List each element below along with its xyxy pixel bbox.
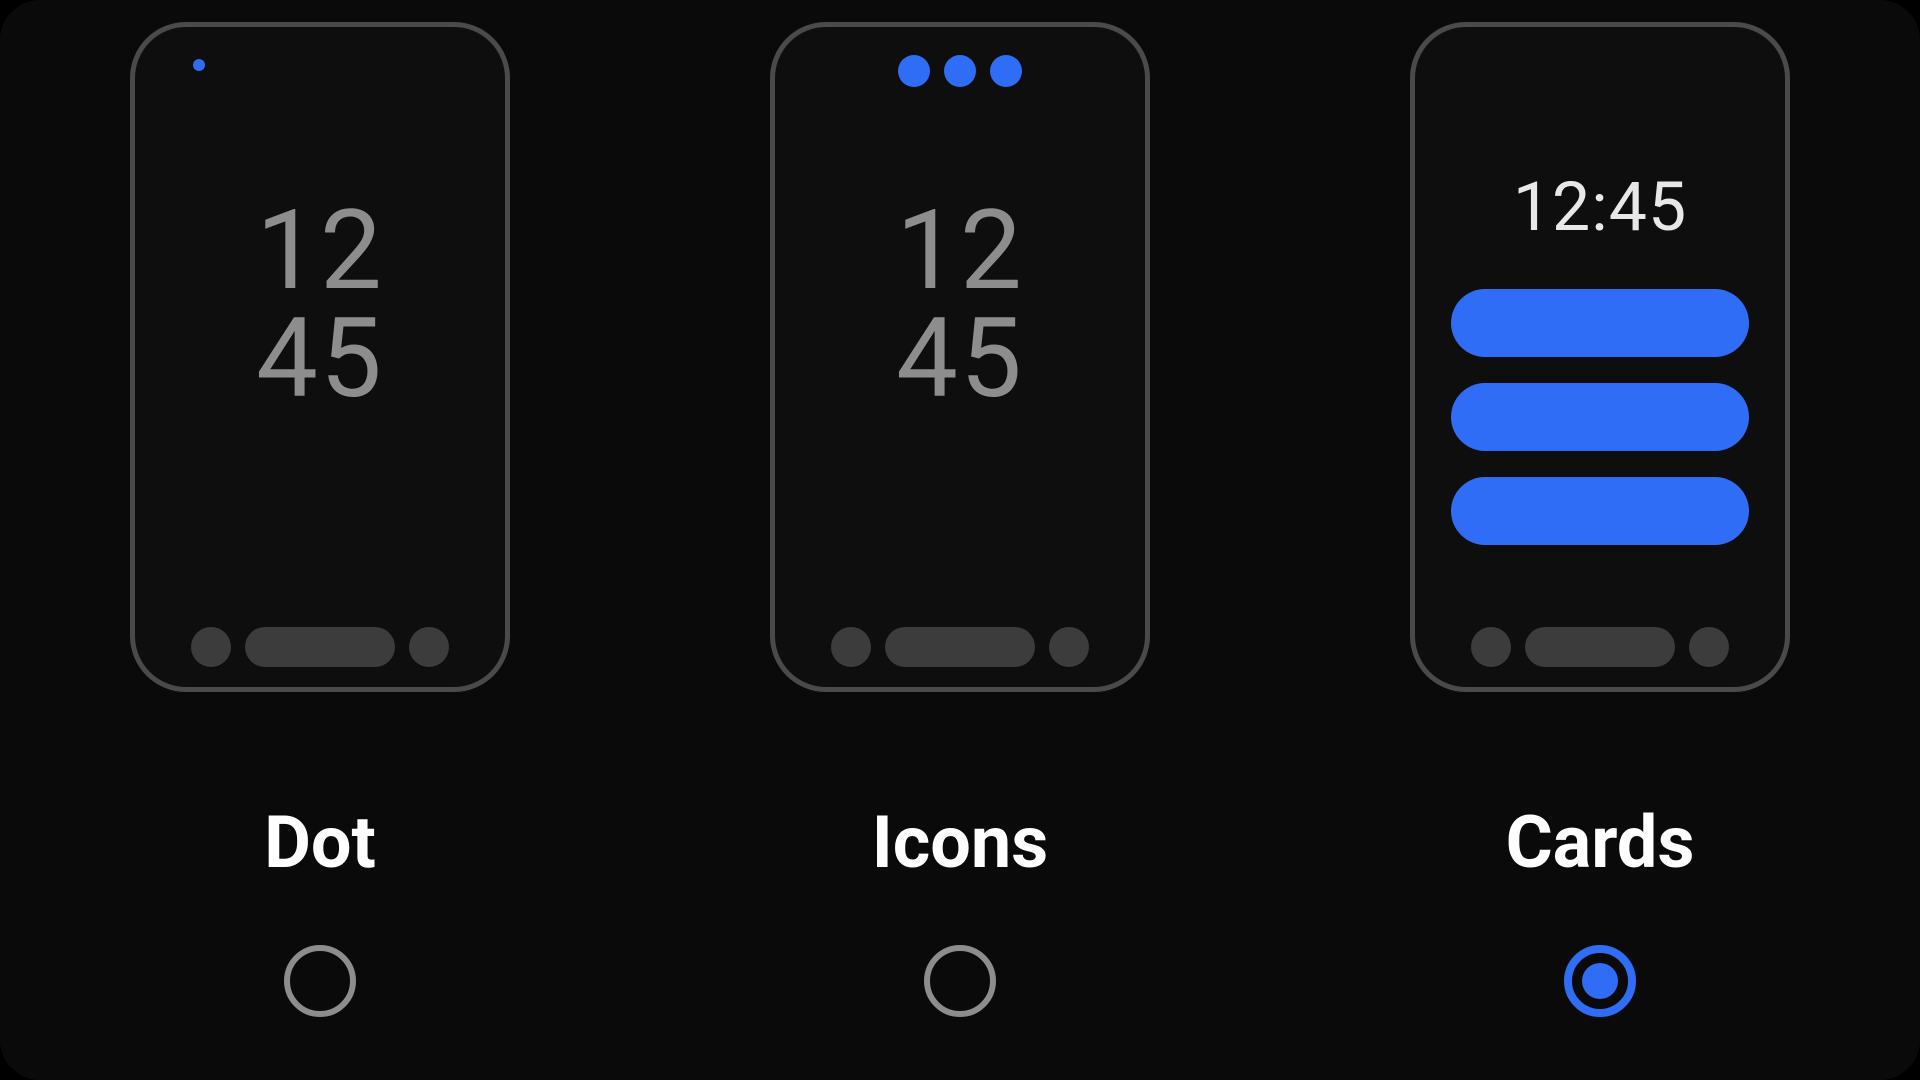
radio-icons[interactable]: [924, 945, 996, 1017]
clock-display: 12 45: [775, 197, 1145, 413]
option-cards[interactable]: 12:45 Cards: [1290, 22, 1910, 1017]
nav-recents-icon: [1689, 627, 1729, 667]
navbar-icon: [1415, 627, 1785, 667]
clock-display-small: 12:45: [1415, 167, 1785, 247]
notification-cards-stack: [1451, 289, 1749, 545]
clock-minutes: 45: [775, 305, 1145, 413]
phone-preview-icons: 12 45: [770, 22, 1150, 692]
options-row: 12 45 Dot 12: [0, 22, 1920, 1017]
notification-style-chooser: 12 45 Dot 12: [0, 0, 1920, 1080]
nav-back-icon: [831, 627, 871, 667]
notification-card-icon: [1451, 383, 1749, 451]
phone-preview-cards: 12:45: [1410, 22, 1790, 692]
navbar-icon: [135, 627, 505, 667]
clock-hours: 12: [135, 197, 505, 305]
notification-dot-icon: [193, 59, 205, 71]
notification-icon: [898, 55, 930, 87]
clock-minutes: 45: [135, 305, 505, 413]
nav-back-icon: [191, 627, 231, 667]
radio-dot[interactable]: [284, 945, 356, 1017]
nav-home-pill-icon: [885, 627, 1035, 667]
notification-card-icon: [1451, 477, 1749, 545]
option-icons-label: Icons: [872, 800, 1049, 885]
nav-home-pill-icon: [245, 627, 395, 667]
notification-icon: [990, 55, 1022, 87]
notification-card-icon: [1451, 289, 1749, 357]
option-icons[interactable]: 12 45 Icons: [650, 22, 1270, 1017]
radio-cards[interactable]: [1564, 945, 1636, 1017]
notification-icons-row: [775, 55, 1145, 87]
clock-hours: 12: [775, 197, 1145, 305]
nav-recents-icon: [1049, 627, 1089, 667]
nav-home-pill-icon: [1525, 627, 1675, 667]
option-dot[interactable]: 12 45 Dot: [10, 22, 630, 1017]
navbar-icon: [775, 627, 1145, 667]
nav-back-icon: [1471, 627, 1511, 667]
option-cards-label: Cards: [1506, 800, 1695, 885]
option-dot-label: Dot: [264, 800, 376, 885]
notification-icon: [944, 55, 976, 87]
nav-recents-icon: [409, 627, 449, 667]
clock-display: 12 45: [135, 197, 505, 413]
phone-preview-dot: 12 45: [130, 22, 510, 692]
